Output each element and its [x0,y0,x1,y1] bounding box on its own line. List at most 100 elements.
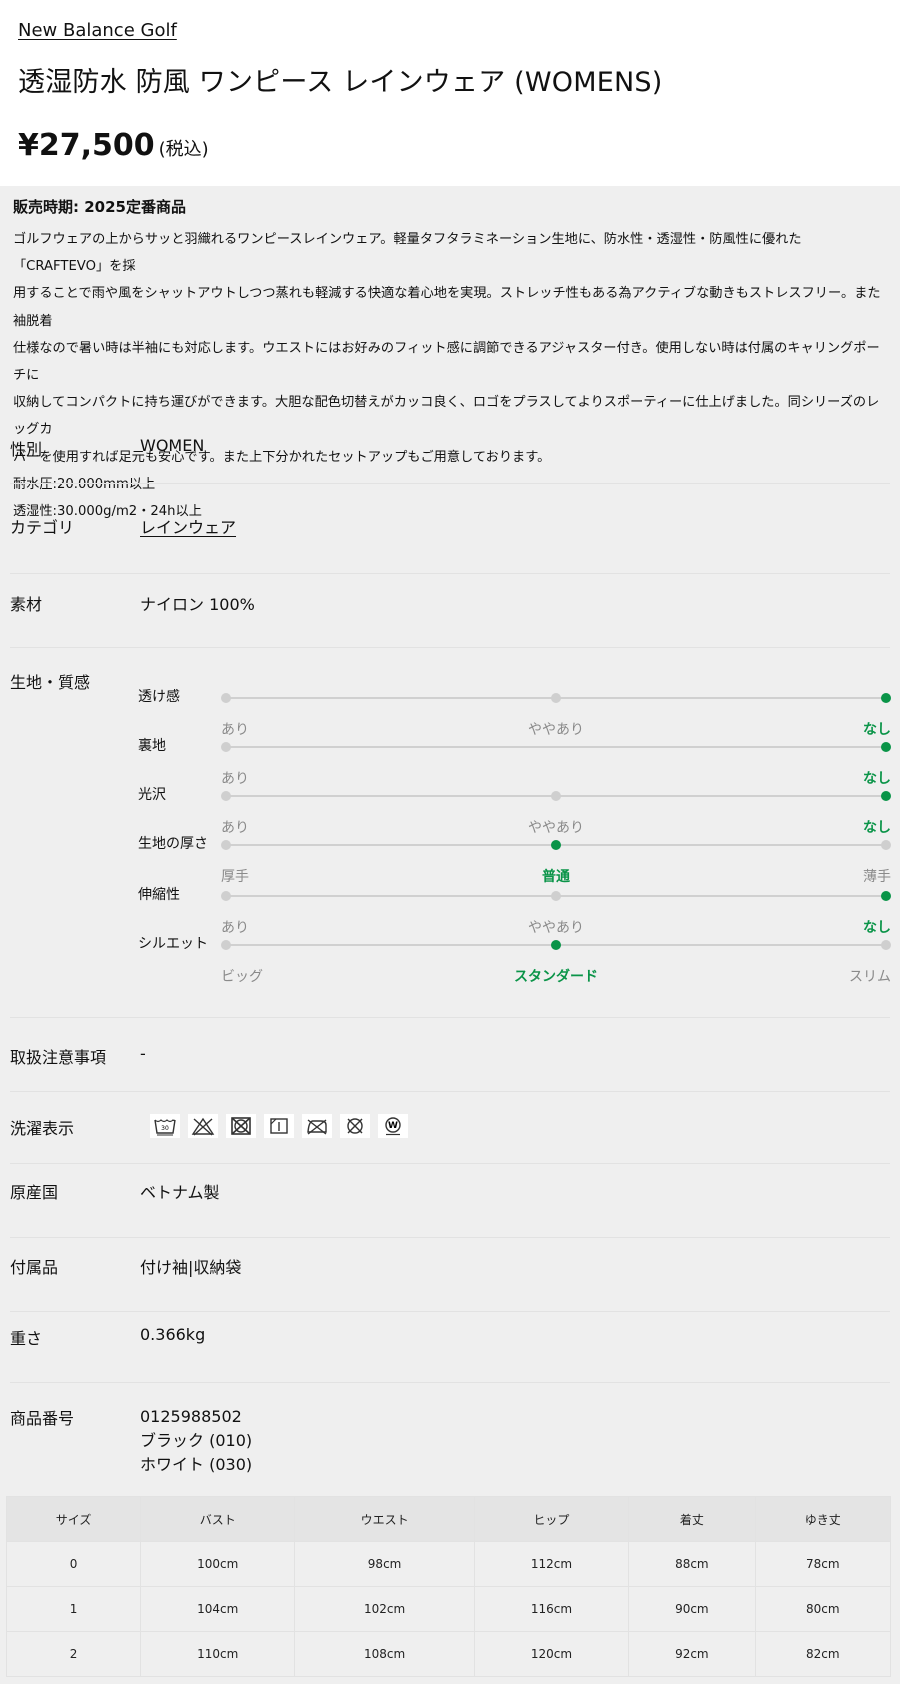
texture-scale-row: 伸縮性 あり ややあり なし [138,884,898,936]
column-header: ゆき丈 [754,1496,892,1542]
wet-clean-icon: W [378,1114,408,1138]
texture-scale-dot [551,840,561,850]
spec-value: - [140,1044,146,1063]
texture-scale-row: 生地の厚さ 厚手 普通 薄手 [138,833,898,885]
color-variant: ホワイト (030) [140,1455,253,1474]
table-cell: 98cm [294,1541,475,1587]
product-price: ¥27,500 (税込) [18,128,209,163]
column-header: ヒップ [473,1496,630,1542]
spec-value: ベトナム製 [140,1183,220,1202]
texture-scale-name: 伸縮性 [138,887,180,903]
texture-scale-label: 薄手 [863,869,891,885]
texture-scale-row: 透け感 あり ややあり なし [138,686,898,738]
no-iron-icon [302,1114,332,1138]
table-cell: 116cm [473,1586,630,1632]
texture-scale-name: 透け感 [138,689,180,705]
table-cell: 88cm [628,1541,756,1587]
column-header: 着丈 [628,1496,756,1542]
texture-scale-track: あり ややあり なし [221,693,891,738]
column-header: サイズ [5,1496,142,1542]
line-dry-shade-icon [264,1114,294,1138]
spec-label: 取扱注意事項 [10,1048,107,1067]
texture-scale-name: 生地の厚さ [138,836,208,852]
spec-label: 原産国 [10,1183,59,1202]
spec-value: 付け袖|収納袋 [140,1258,242,1277]
texture-scale-track: ビッグ スタンダード スリム [221,940,891,985]
spec-label: 素材 [10,595,43,614]
texture-scale-dot [551,693,561,703]
product-details: 販売時期: 2025定番商品 ゴルフウェアの上からサッと羽織れるワンピースレイン… [0,186,900,1684]
price-value: ¥27,500 [18,128,155,163]
texture-scale-dot [881,940,891,950]
table-cell: 104cm [140,1586,296,1632]
texture-scale-dot [551,791,561,801]
texture-scale-row: 裏地 あり なし [138,735,898,787]
product-number: 0125988502 [140,1407,242,1426]
texture-scale-dot [881,840,891,850]
tax-note: (税込) [158,139,209,160]
texture-scale-dot [551,940,561,950]
table-cell: 82cm [754,1631,892,1677]
table-row: 2 110cm 108cm 120cm 92cm 82cm [5,1631,892,1677]
table-cell: 80cm [754,1586,892,1632]
sales-season: 販売時期: 2025定番商品 [13,198,186,216]
spec-label: カテゴリ [10,518,75,537]
spec-row-washing: 洗濯表示 30 W [10,1092,890,1164]
spec-value: ナイロン 100% [140,595,255,614]
table-cell: 0 [5,1541,142,1587]
description-line: ゴルフウェアの上からサッと羽織れるワンピースレインウェア。軽量タフタラミネーショ… [13,232,802,275]
product-number-list: 0125988502 ブラック (010) ホワイト (030) [140,1405,252,1477]
table-row: 1 104cm 102cm 116cm 90cm 80cm [5,1586,892,1632]
spec-row-weight: 重さ 0.366kg [10,1312,890,1383]
spec-label: 付属品 [10,1258,59,1277]
texture-scale-dot [881,693,891,703]
brand-link[interactable]: New Balance Golf [18,20,177,41]
texture-scale-dot [881,891,891,901]
no-bleach-icon [188,1114,218,1138]
texture-scale-dot [881,791,891,801]
spec-value: 0.366kg [140,1325,206,1344]
spec-label: 重さ [10,1329,43,1348]
product-title: 透湿防水 防風 ワンピース レインウェア (WOMENS) [18,67,663,98]
texture-scale-track: あり ややあり なし [221,791,891,836]
texture-scale-name: 光沢 [138,787,166,803]
color-variant: ブラック (010) [140,1431,253,1450]
spec-label: 商品番号 [10,1409,75,1428]
table-cell: 1 [5,1586,142,1632]
texture-scale-dot [221,891,231,901]
table-cell: 108cm [294,1631,475,1677]
spec-label: 生地・質感 [10,673,91,692]
texture-scale-dot [881,742,891,752]
description-line: 仕様なので暑い時は半袖にも対応します。ウエストにはお好みのフィット感に調節できる… [13,340,880,384]
spec-row-category: カテゴリ レインウェア [10,484,890,574]
texture-scale-dot [221,693,231,703]
spec-row-material: 素材 ナイロン 100% [10,574,890,648]
texture-scale-dot [221,840,231,850]
spec-row-accessories: 付属品 付け袖|収納袋 [10,1238,890,1312]
texture-scale-dot [221,742,231,752]
spec-row-origin: 原産国 ベトナム製 [10,1164,890,1238]
spec-row-gender: 性別 WOMEN [10,426,890,484]
column-header: バスト [140,1496,296,1542]
spec-row-care-notes: 取扱注意事項 - [10,1018,890,1092]
spec-row-product-number: 商品番号 0125988502 ブラック (010) ホワイト (030) [10,1383,890,1493]
texture-scale-label: スタンダード [514,969,598,985]
texture-scale-track: あり ややあり なし [221,891,891,936]
spec-value: WOMEN [140,436,205,455]
washing-icons: 30 W [150,1114,408,1138]
description-line: 用することで雨や風をシャットアウトしつつ蒸れも軽減する快適な着心地を実現。ストレ… [13,286,881,329]
no-dry-clean-icon [340,1114,370,1138]
texture-scale-dot [221,791,231,801]
table-cell: 78cm [754,1541,892,1587]
texture-scale-dot [551,891,561,901]
no-tumble-dry-icon [226,1114,256,1138]
table-cell: 120cm [473,1631,630,1677]
table-row: 0 100cm 98cm 112cm 88cm 78cm [5,1541,892,1587]
texture-scale-dot [221,940,231,950]
table-cell: 92cm [628,1631,756,1677]
spec-label: 性別 [10,440,43,459]
texture-scale-track: あり なし [221,742,891,787]
spec-label: 洗濯表示 [10,1119,75,1138]
texture-scale-row: 光沢 あり ややあり なし [138,784,898,836]
category-link[interactable]: レインウェア [140,514,236,538]
